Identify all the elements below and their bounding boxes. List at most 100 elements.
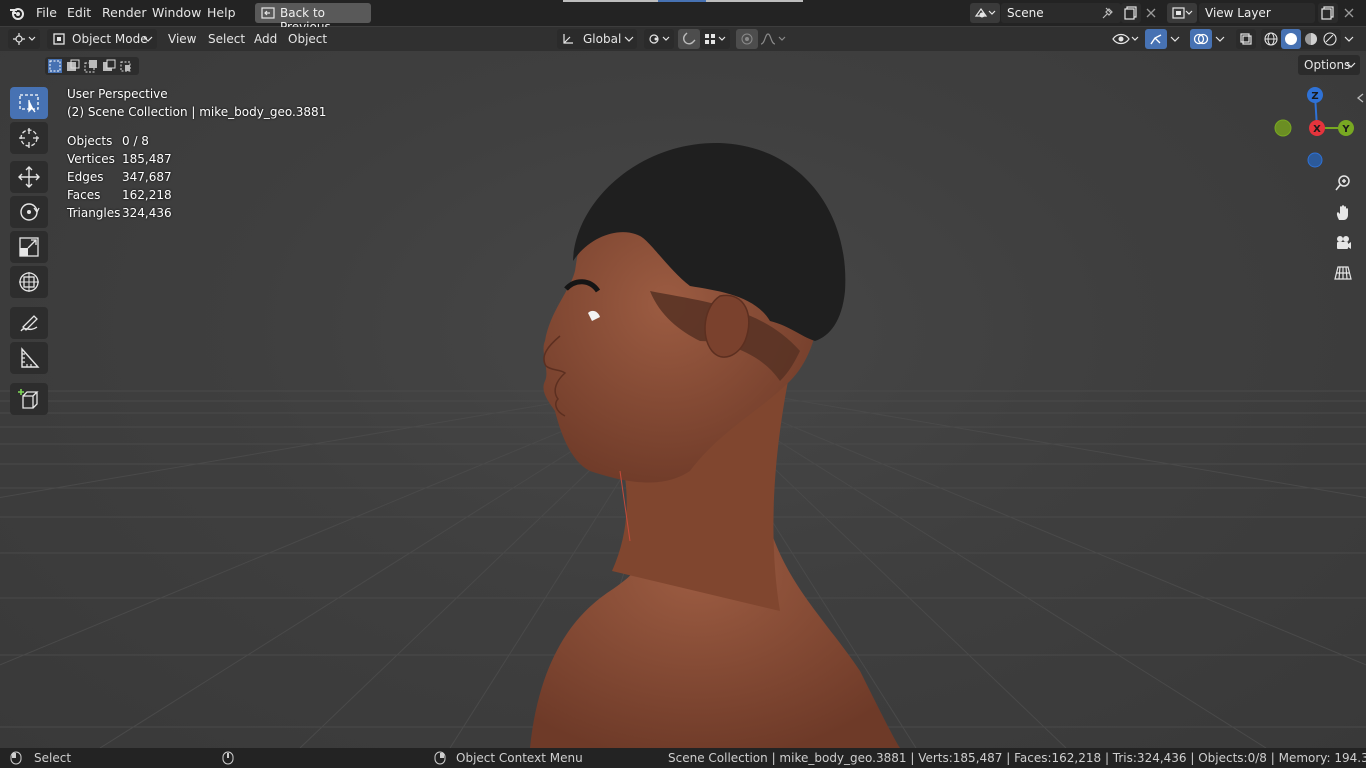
- xray-toggle[interactable]: [1236, 29, 1256, 49]
- annotate-icon: [20, 315, 38, 332]
- menu-add[interactable]: Add: [254, 32, 277, 46]
- tool-move[interactable]: [10, 161, 48, 193]
- editor-type-button[interactable]: [8, 29, 40, 49]
- 3d-viewport[interactable]: User Perspective (2) Scene Collection | …: [0, 51, 1366, 748]
- select-new-icon[interactable]: [47, 58, 63, 74]
- tool-measure[interactable]: [10, 342, 48, 374]
- select-mode-group: [45, 57, 139, 75]
- move-icon: [18, 166, 40, 188]
- scene-browse-button[interactable]: [970, 3, 1000, 23]
- status-info: Scene Collection | mike_body_geo.3881 | …: [668, 751, 1366, 765]
- tool-select-box[interactable]: [10, 87, 48, 119]
- tool-transform[interactable]: [10, 266, 48, 298]
- stat-value: 185,487: [122, 152, 172, 166]
- stat-value: 0 / 8: [122, 134, 149, 148]
- close-icon[interactable]: [1342, 6, 1356, 20]
- mouse-right-icon: [434, 751, 446, 765]
- stat-label: Triangles: [67, 206, 121, 220]
- view-layer-field[interactable]: View Layer: [1199, 3, 1315, 23]
- close-icon[interactable]: [1144, 6, 1158, 20]
- pin-icon[interactable]: [1101, 6, 1115, 20]
- pan-button[interactable]: [1330, 200, 1356, 226]
- select-extend-icon[interactable]: [65, 58, 81, 74]
- select-subtract-icon[interactable]: [83, 58, 99, 74]
- new-scene-button[interactable]: [1121, 3, 1141, 23]
- zoom-button[interactable]: [1330, 170, 1356, 196]
- axis-x-label: X: [1313, 124, 1321, 135]
- axis-y-label: Y: [1341, 124, 1350, 135]
- overlay-toggle[interactable]: [1190, 29, 1212, 49]
- visibility-icon[interactable]: [1112, 31, 1140, 47]
- solid-shading-icon: [1285, 33, 1297, 45]
- projection-toggle-button[interactable]: [1330, 260, 1356, 286]
- mouse-middle-icon: [222, 751, 234, 765]
- menu-file[interactable]: File: [36, 5, 57, 20]
- top-menu-bar: File Edit Render Window Help Back to Pre…: [0, 0, 1366, 34]
- character-model[interactable]: [0, 51, 1366, 748]
- material-shading-icon[interactable]: [1303, 31, 1319, 47]
- chevron-down-icon: [1346, 62, 1356, 68]
- menu-edit[interactable]: Edit: [67, 5, 91, 20]
- menu-view[interactable]: View: [168, 32, 196, 46]
- tool-rotate[interactable]: [10, 196, 48, 228]
- menu-object[interactable]: Object: [288, 32, 327, 46]
- snap-target-button[interactable]: [700, 29, 730, 49]
- viewport-header: Object Mode View Select Add Object Globa…: [0, 27, 1366, 51]
- tool-scale[interactable]: [10, 231, 48, 263]
- transform-orientation-selector[interactable]: Global: [557, 29, 637, 49]
- chevron-down-icon[interactable]: [1214, 35, 1226, 45]
- tool-add-cube[interactable]: [10, 383, 48, 415]
- snap-toggle[interactable]: [678, 29, 700, 49]
- chevron-down-icon[interactable]: [1343, 35, 1355, 45]
- status-left-action: Select: [34, 751, 72, 765]
- axis-z-label: Z: [1311, 91, 1318, 102]
- chevron-down-icon[interactable]: [1169, 35, 1181, 45]
- tool-cursor[interactable]: [10, 122, 48, 154]
- new-view-layer-icon: [1321, 6, 1334, 20]
- editor-type-icon: [13, 33, 36, 45]
- stat-label: Edges: [67, 170, 104, 184]
- scene-field[interactable]: Scene: [1001, 3, 1121, 23]
- mode-selector[interactable]: Object Mode: [47, 29, 157, 49]
- menu-window[interactable]: Window: [152, 5, 201, 20]
- orientation-label: Global: [583, 32, 622, 46]
- chevron-down-icon: [624, 36, 634, 42]
- shading-mode-group: [1261, 29, 1341, 49]
- scene-icon: [974, 7, 996, 18]
- hand-icon: [1336, 205, 1348, 220]
- overlay-icon: [1193, 33, 1209, 45]
- pivot-point-button[interactable]: [644, 29, 674, 49]
- new-view-layer-button[interactable]: [1318, 3, 1338, 23]
- menu-render[interactable]: Render: [102, 5, 147, 20]
- camera-view-button[interactable]: [1330, 230, 1356, 256]
- falloff-icon[interactable]: [760, 32, 788, 46]
- rendered-shading-icon[interactable]: [1322, 31, 1338, 47]
- back-to-previous-button[interactable]: Back to Previous: [255, 3, 371, 34]
- xray-icon: [1240, 33, 1252, 45]
- select-invert-icon[interactable]: [101, 58, 117, 74]
- scale-icon: [19, 237, 39, 257]
- axis-neg-y-handle[interactable]: [1274, 119, 1292, 137]
- proportional-editing-toggle[interactable]: [736, 29, 758, 49]
- menu-select[interactable]: Select: [208, 32, 245, 46]
- tool-annotate[interactable]: [10, 307, 48, 339]
- blender-logo-icon[interactable]: [8, 4, 26, 22]
- snap-icon: [682, 32, 696, 45]
- pivot-icon: [649, 34, 670, 44]
- menu-help[interactable]: Help: [207, 5, 236, 20]
- axis-neg-z-handle[interactable]: [1307, 152, 1323, 168]
- navigation-gizmo[interactable]: Z X Y: [1268, 85, 1366, 169]
- active-workspace-tab[interactable]: [658, 0, 706, 2]
- wireframe-shading-icon[interactable]: [1263, 31, 1279, 47]
- grid-icon: [1334, 266, 1352, 280]
- select-intersect-icon[interactable]: [119, 58, 135, 74]
- solid-shading-button[interactable]: [1281, 29, 1301, 49]
- transform-icon: [19, 272, 39, 292]
- orientation-icon: [563, 34, 573, 44]
- gizmo-toggle[interactable]: [1145, 29, 1167, 49]
- options-label: Options: [1304, 58, 1351, 72]
- view-layer-browse-button[interactable]: [1167, 3, 1197, 23]
- camera-icon: [1337, 236, 1351, 249]
- stat-value: 324,436: [122, 206, 172, 220]
- options-dropdown[interactable]: Options: [1298, 55, 1360, 75]
